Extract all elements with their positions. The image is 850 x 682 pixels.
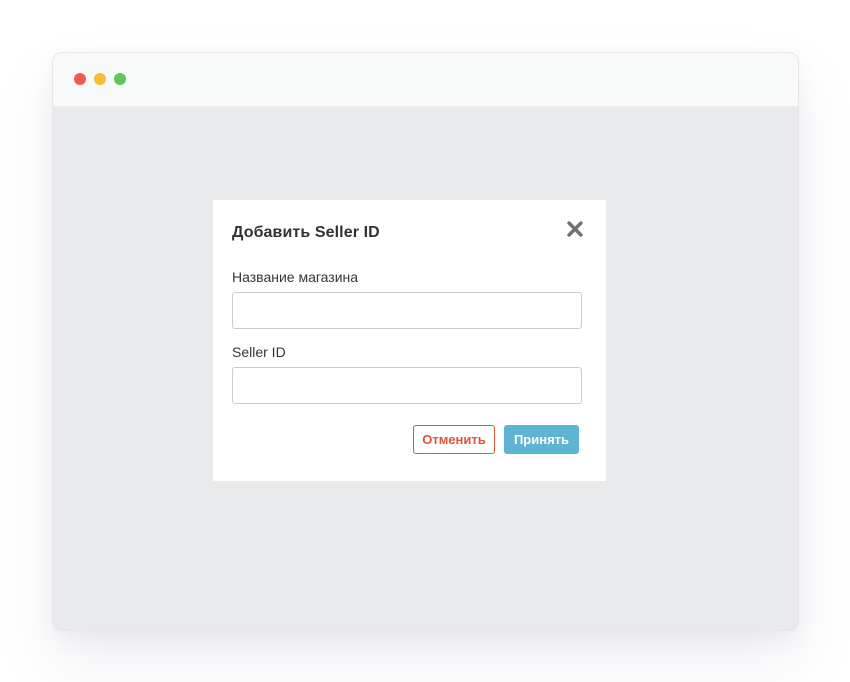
dialog-title: Добавить Seller ID	[232, 224, 380, 241]
add-seller-id-dialog: Добавить Seller ID Название магазина Sel…	[213, 200, 606, 481]
store-name-input[interactable]	[232, 292, 582, 329]
window-maximize-dot[interactable]	[114, 73, 126, 85]
close-icon[interactable]	[566, 220, 584, 238]
seller-id-input[interactable]	[232, 367, 582, 404]
cancel-button[interactable]: Отменить	[413, 425, 495, 454]
accept-button[interactable]: Принять	[504, 425, 579, 454]
window-titlebar	[53, 53, 798, 107]
store-name-label: Название магазина	[232, 269, 359, 285]
window-close-dot[interactable]	[74, 73, 86, 85]
browser-window: Добавить Seller ID Название магазина Sel…	[52, 52, 799, 631]
window-minimize-dot[interactable]	[94, 73, 106, 85]
seller-id-label: Seller ID	[232, 344, 286, 360]
